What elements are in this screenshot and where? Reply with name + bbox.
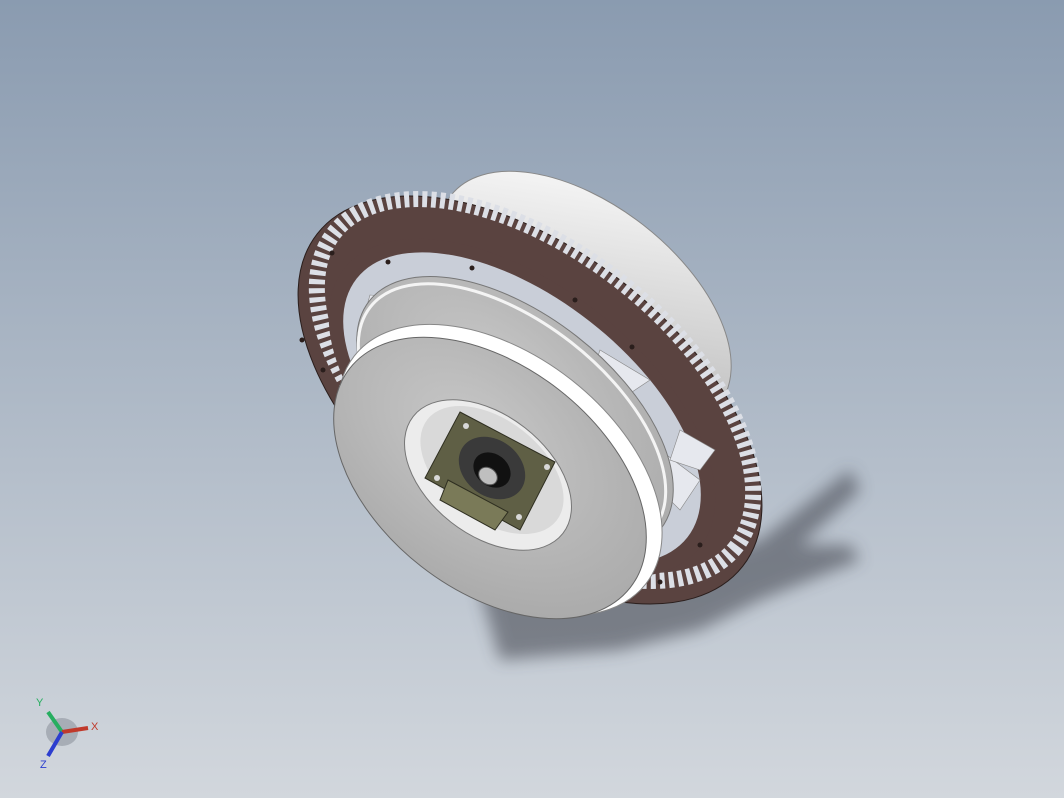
3d-model-view[interactable] bbox=[0, 0, 1064, 798]
triad-x-label: X bbox=[91, 721, 99, 733]
graphics-viewport[interactable]: Y X Z bbox=[0, 0, 1064, 798]
triad-y-label: Y bbox=[36, 697, 44, 709]
triad-z-label: Z bbox=[40, 759, 47, 770]
view-triad[interactable]: Y X Z bbox=[28, 690, 108, 770]
